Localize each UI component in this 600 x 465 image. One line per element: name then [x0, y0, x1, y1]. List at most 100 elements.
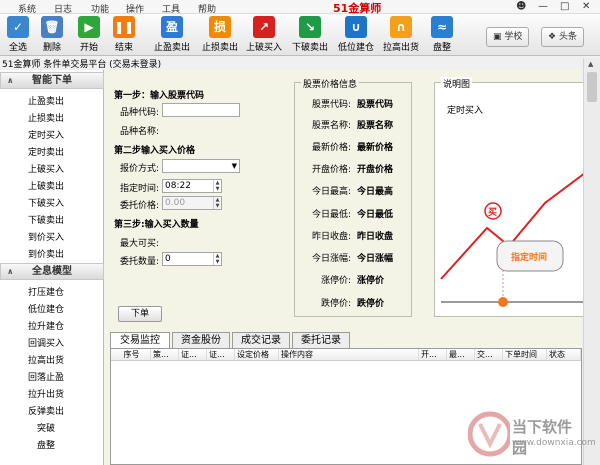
stop-loss-icon: 损	[209, 16, 231, 38]
stop-button[interactable]: ❚❚ 结束	[102, 16, 146, 56]
column-header[interactable]: 操作内容	[279, 349, 419, 361]
pull-up-sell-icon: ∩	[390, 16, 412, 38]
headlines-icon: ❖	[548, 32, 557, 42]
column-header[interactable]: 证...	[207, 349, 235, 361]
take-profit-button[interactable]: 盈 止盈卖出	[150, 16, 194, 56]
sidebar-item[interactable]: 拉高出货	[0, 353, 92, 366]
sidebar-item[interactable]: 回落止盈	[0, 370, 92, 383]
price-label: 委托价格:	[120, 201, 160, 211]
sidebar-item[interactable]: 止盈卖出	[0, 94, 92, 107]
break-down-sell-button[interactable]: ↘ 下破卖出	[288, 16, 332, 56]
step2-heading: 第二步输入买入价格	[114, 146, 196, 156]
sidebar-item[interactable]: 到价买入	[0, 230, 92, 243]
chevron-up-icon: ∧	[7, 76, 14, 85]
sidebar-item[interactable]: 拉升建仓	[0, 319, 92, 332]
change-value: 今日涨幅	[357, 254, 394, 264]
quote-label: 报价方式:	[120, 164, 160, 174]
chevron-down-icon: ▼	[231, 162, 237, 170]
column-header[interactable]: 交...	[475, 349, 503, 361]
stop-loss-button[interactable]: 损 止损卖出	[198, 16, 242, 56]
low-value: 今日最低	[357, 210, 394, 220]
tab-trade-records[interactable]: 成交记录	[232, 332, 290, 348]
delete-icon: 🗑	[41, 16, 63, 38]
consolidation-button[interactable]: ≈ 盘整	[420, 16, 464, 56]
low-build-icon: ∪	[345, 16, 367, 38]
sidebar-item[interactable]: 打压建仓	[0, 285, 92, 298]
quote-method-select[interactable]: ▼	[162, 159, 240, 173]
column-header[interactable]: 状态	[547, 349, 581, 361]
pull-up-sell-button[interactable]: ∩ 拉高出货	[379, 16, 423, 56]
sidebar-item[interactable]: 到价卖出	[0, 247, 92, 260]
minimize-icon[interactable]: —	[538, 1, 548, 12]
close-icon[interactable]: ✕	[582, 1, 590, 12]
sidebar-group-smart-order[interactable]: ∧ 智能下单	[0, 72, 104, 89]
stop-icon: ❚❚	[113, 16, 135, 38]
menu-bar: 系统 日志 功能 操作 工具 帮助 51金算师 ☻ — □ ✕	[0, 0, 600, 15]
tab-funds-holdings[interactable]: 资金股份	[172, 332, 230, 348]
stock-info-title: 股票价格信息	[301, 77, 360, 90]
stock-code-value: 股票代码	[357, 100, 394, 110]
tab-trade-monitor[interactable]: 交易监控	[110, 332, 170, 349]
sidebar-item[interactable]: 盘整	[0, 438, 92, 451]
break-up-buy-button[interactable]: ↗ 上破买入	[242, 16, 286, 56]
column-header[interactable]: 最...	[447, 349, 475, 361]
user-icon[interactable]: ☻	[516, 1, 526, 12]
break-down-sell-icon: ↘	[299, 16, 321, 38]
maximize-icon[interactable]: □	[560, 1, 569, 12]
name-label: 品种名称:	[120, 127, 160, 137]
sidebar-item[interactable]: 上破买入	[0, 162, 92, 175]
column-header[interactable]: 策...	[151, 349, 179, 361]
qty-label: 委托数量:	[120, 257, 160, 267]
column-header[interactable]: 序号	[111, 349, 151, 361]
stock-name-value: 股票名称	[357, 121, 394, 131]
sidebar-item[interactable]: 上破卖出	[0, 179, 92, 192]
sidebar-group-holographic-model[interactable]: ∧ 全息模型	[0, 263, 104, 280]
low-build-button[interactable]: ∪ 低位建仓	[334, 16, 378, 56]
latest-price-value: 最新价格	[357, 143, 394, 153]
school-button[interactable]: ▣ 学校	[486, 27, 530, 47]
code-label: 品种代码:	[120, 108, 160, 118]
price-input[interactable]: 0.00 ▲ ▼	[162, 196, 222, 210]
sidebar-item[interactable]: 下破卖出	[0, 213, 92, 226]
spinner-icon[interactable]: ▲ ▼	[213, 197, 221, 209]
stock-code-input[interactable]	[162, 103, 240, 117]
time-input[interactable]: 08:22 ▲ ▼	[162, 179, 222, 193]
sidebar-item[interactable]: 下破买入	[0, 196, 92, 209]
limit-down-value: 跌停价	[357, 299, 385, 309]
school-icon: ▣	[493, 32, 502, 42]
watermark: 当下软件园 www.downxia.com	[468, 410, 596, 460]
sidebar-item[interactable]: 突破	[0, 421, 92, 434]
sidebar-item[interactable]: 定时买入	[0, 128, 92, 141]
high-value: 今日最高	[357, 187, 394, 197]
submit-order-button[interactable]: 下单	[118, 306, 162, 322]
step3-heading: 第三步:输入买入数量	[114, 220, 199, 230]
column-header[interactable]: 证...	[179, 349, 207, 361]
column-header[interactable]: 设定价格	[235, 349, 279, 361]
quantity-input[interactable]: 0 ▲ ▼	[162, 252, 222, 266]
column-header[interactable]: 开...	[419, 349, 447, 361]
limit-up-value: 涨停价	[357, 276, 385, 286]
column-header[interactable]: 下单时间	[503, 349, 547, 361]
sidebar-item[interactable]: 定时卖出	[0, 145, 92, 158]
sidebar-item[interactable]: 反弹卖出	[0, 404, 92, 417]
callout-label: 指定时间	[511, 253, 548, 263]
sidebar-item[interactable]: 止损卖出	[0, 111, 92, 124]
spinner-icon[interactable]: ▲ ▼	[213, 180, 221, 192]
sidebar-item[interactable]: 低位建仓	[0, 302, 92, 315]
maxbuy-label: 最大可买:	[120, 239, 160, 249]
watermark-name: 当下软件园	[512, 418, 573, 457]
break-up-buy-icon: ↗	[253, 16, 275, 38]
vertical-scrollbar[interactable]: ▲	[583, 58, 600, 465]
sidebar-item[interactable]: 回调买入	[0, 336, 92, 349]
select-all-icon: ✓	[7, 16, 29, 38]
headlines-button[interactable]: ❖ 头条	[541, 27, 584, 47]
tab-order-records[interactable]: 委托记录	[292, 332, 350, 348]
time-label: 指定时间:	[120, 184, 160, 194]
chevron-up-icon: ∧	[7, 267, 14, 276]
spinner-icon[interactable]: ▲ ▼	[213, 253, 221, 265]
scroll-up-icon[interactable]: ▲	[588, 60, 593, 68]
prev-close-value: 昨日收盘	[357, 232, 394, 242]
buy-marker-label: 买	[488, 208, 498, 218]
scrollbar-thumb[interactable]	[587, 72, 597, 102]
sidebar-item[interactable]: 拉升出货	[0, 387, 92, 400]
